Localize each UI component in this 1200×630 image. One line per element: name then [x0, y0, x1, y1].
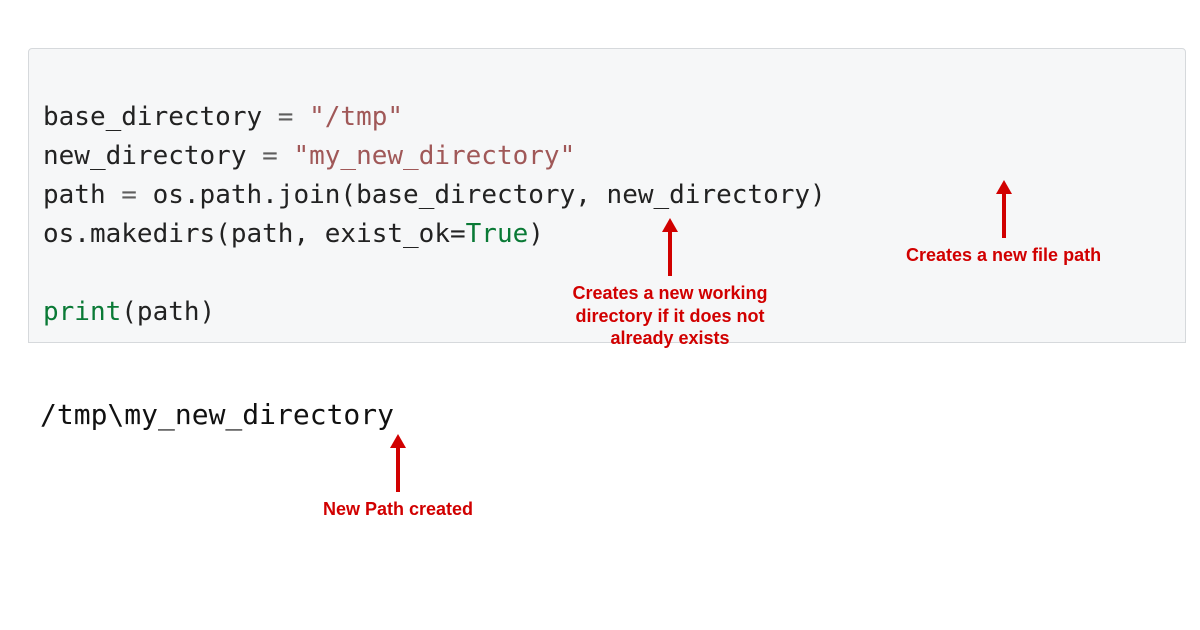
annotation-label: New Path created: [323, 498, 473, 521]
arrow-up-icon: [390, 434, 406, 448]
arrow-up-icon: [662, 218, 678, 232]
code-token: os.makedirs(path, exist_ok=: [43, 219, 466, 249]
output-text: /tmp\my_new_directory: [40, 398, 394, 431]
code-blank-line: [43, 258, 59, 288]
code-token: =: [106, 180, 153, 210]
code-token: =: [247, 141, 294, 171]
arrow-shaft: [668, 232, 672, 276]
arrow-shaft: [1002, 194, 1006, 238]
code-token: (path): [121, 297, 215, 327]
code-token: "/tmp": [309, 102, 403, 132]
annotation-makedirs: Creates a new working directory if it do…: [560, 218, 780, 350]
annotation-label: Creates a new file path: [906, 244, 1101, 267]
code-token: ): [528, 219, 544, 249]
code-token: new_directory: [43, 141, 247, 171]
code-token: print: [43, 297, 121, 327]
code-token: "my_new_directory": [293, 141, 575, 171]
arrow-shaft: [396, 448, 400, 492]
code-token: path: [43, 180, 106, 210]
arrow-up-icon: [996, 180, 1012, 194]
annotation-join: Creates a new file path: [906, 180, 1101, 267]
annotation-label: Creates a new working directory if it do…: [560, 282, 780, 350]
code-token: =: [262, 102, 309, 132]
code-token: os.path.join(base_directory, new_directo…: [153, 180, 826, 210]
annotation-newpath: New Path created: [323, 434, 473, 521]
code-token: base_directory: [43, 102, 262, 132]
code-token: True: [466, 219, 529, 249]
